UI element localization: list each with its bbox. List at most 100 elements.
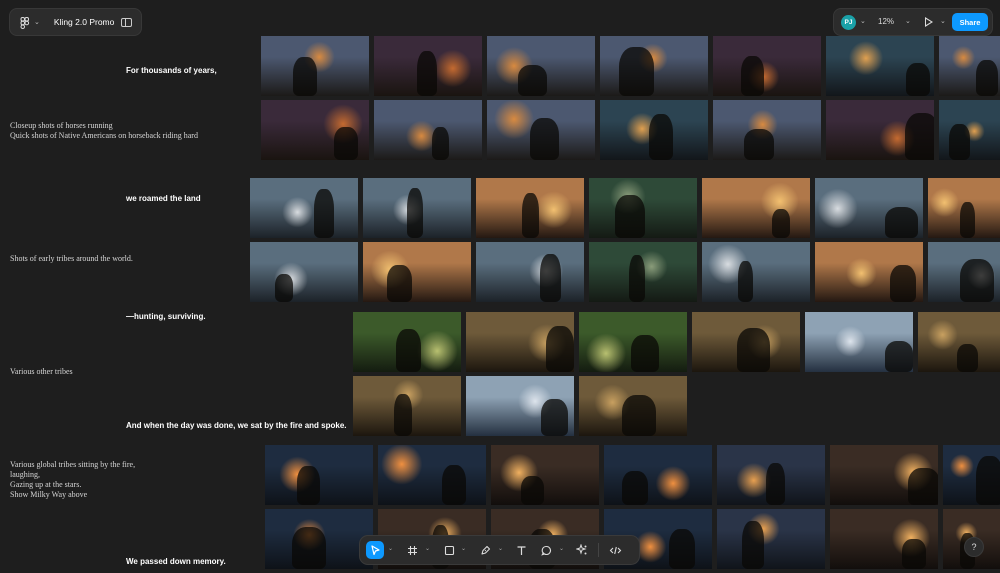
frame-image — [363, 242, 471, 302]
frame-subject — [765, 463, 785, 505]
storyboard-frame[interactable] — [265, 445, 373, 505]
storyboard-frame[interactable] — [363, 242, 471, 302]
dev-mode-icon[interactable] — [606, 541, 624, 559]
avatar[interactable]: PJ — [841, 15, 856, 30]
chevron-down-icon[interactable]: ⌄ — [905, 17, 911, 25]
storyboard-frame[interactable] — [826, 100, 934, 160]
storyboard-frame[interactable] — [589, 242, 697, 302]
storyboard-frame[interactable] — [265, 509, 373, 569]
help-button[interactable]: ? — [964, 537, 984, 557]
file-name[interactable]: Kling 2.0 Promo — [54, 17, 114, 27]
frame-image — [374, 100, 482, 160]
shot-note-3: Various other tribes — [10, 367, 73, 377]
chevron-down-icon[interactable]: ⌄ — [498, 545, 503, 552]
storyboard-frame[interactable] — [363, 178, 471, 238]
actions-icon[interactable] — [573, 541, 591, 559]
top-right-bar: PJ ⌄ 12% ⌄ ⌄ Share — [833, 8, 993, 36]
design-canvas[interactable]: For thousands of years, we roamed the la… — [0, 0, 1000, 573]
pen-icon[interactable] — [476, 541, 494, 559]
storyboard-frame[interactable] — [830, 509, 938, 569]
frame-image — [378, 445, 486, 505]
storyboard-frame[interactable] — [374, 100, 482, 160]
script-line-3: —hunting, surviving. — [126, 312, 206, 321]
storyboard-frame[interactable] — [589, 178, 697, 238]
storyboard-frame[interactable] — [939, 100, 1000, 160]
storyboard-frame[interactable] — [374, 36, 482, 96]
chevron-down-icon[interactable]: ⌄ — [425, 545, 430, 552]
frame-subject — [518, 65, 548, 96]
storyboard-frame[interactable] — [487, 36, 595, 96]
storyboard-frame[interactable] — [250, 178, 358, 238]
storyboard-frame[interactable] — [378, 445, 486, 505]
storyboard-frame[interactable] — [487, 100, 595, 160]
storyboard-frame[interactable] — [928, 178, 1000, 238]
storyboard-frame[interactable] — [815, 242, 923, 302]
storyboard-frame[interactable] — [466, 312, 574, 372]
chevron-down-icon[interactable]: ⌄ — [461, 545, 466, 552]
note-line: Quick shots of Native Americans on horse… — [10, 131, 198, 140]
storyboard-frame[interactable] — [491, 445, 599, 505]
storyboard-frame[interactable] — [600, 36, 708, 96]
frame-image — [717, 509, 825, 569]
storyboard-frame[interactable] — [261, 36, 369, 96]
comment-icon[interactable] — [537, 541, 555, 559]
storyboard-frame[interactable] — [918, 312, 1000, 372]
storyboard-frame[interactable] — [939, 36, 1000, 96]
storyboard-frame[interactable] — [604, 445, 712, 505]
chevron-down-icon[interactable]: ⌄ — [940, 17, 946, 25]
shot-note-1: Closeup shots of horses running Quick sh… — [10, 121, 198, 141]
frame-subject — [885, 207, 919, 238]
storyboard-frame[interactable] — [717, 445, 825, 505]
move-icon[interactable] — [366, 541, 384, 559]
frame-image — [702, 178, 810, 238]
storyboard-frame[interactable] — [713, 100, 821, 160]
storyboard-frame[interactable] — [943, 445, 1000, 505]
sidebar-toggle-icon[interactable] — [121, 17, 132, 27]
storyboard-frame[interactable] — [250, 242, 358, 302]
storyboard-frame[interactable] — [476, 242, 584, 302]
figma-logo-icon[interactable] — [19, 16, 31, 29]
storyboard-frame[interactable] — [702, 242, 810, 302]
frame-subject — [545, 326, 574, 372]
storyboard-frame[interactable] — [600, 100, 708, 160]
frame-icon[interactable] — [403, 541, 421, 559]
storyboard-frame[interactable] — [466, 376, 574, 436]
frame-subject — [948, 124, 970, 160]
storyboard-frame[interactable] — [692, 312, 800, 372]
storyboard-frame[interactable] — [928, 242, 1000, 302]
share-button[interactable]: Share — [952, 13, 988, 31]
storyboard-frame[interactable] — [713, 36, 821, 96]
storyboard-frame[interactable] — [717, 509, 825, 569]
chevron-down-icon[interactable]: ⌄ — [559, 545, 564, 552]
shape-rectangle-icon[interactable] — [440, 541, 458, 559]
storyboard-frame[interactable] — [579, 376, 687, 436]
frame-subject — [648, 114, 673, 160]
play-icon[interactable] — [925, 17, 933, 27]
storyboard-frame[interactable] — [579, 312, 687, 372]
storyboard-frame[interactable] — [261, 100, 369, 160]
frame-subject — [292, 527, 326, 569]
storyboard-frame[interactable] — [826, 36, 934, 96]
note-line: Various other tribes — [10, 367, 73, 376]
frame-subject — [905, 63, 930, 96]
file-menu[interactable]: ⌄ Kling 2.0 Promo — [9, 8, 142, 36]
frame-subject — [741, 521, 764, 569]
storyboard-frame[interactable] — [476, 178, 584, 238]
frame-subject — [297, 466, 321, 505]
note-line: Closeup shots of horses running — [10, 121, 113, 130]
storyboard-frame[interactable] — [702, 178, 810, 238]
frame-subject — [386, 265, 412, 302]
frame-image — [702, 242, 810, 302]
storyboard-frame[interactable] — [830, 445, 938, 505]
storyboard-frame[interactable] — [815, 178, 923, 238]
chevron-down-icon[interactable]: ⌄ — [34, 18, 40, 26]
chevron-down-icon[interactable]: ⌄ — [388, 545, 393, 552]
chevron-down-icon[interactable]: ⌄ — [860, 17, 866, 25]
note-line: Gazing up at the stars. — [10, 480, 82, 489]
storyboard-frame[interactable] — [353, 312, 461, 372]
storyboard-frame[interactable] — [353, 376, 461, 436]
frame-subject — [432, 127, 450, 160]
zoom-level[interactable]: 12% — [878, 17, 894, 26]
text-icon[interactable] — [512, 541, 530, 559]
storyboard-frame[interactable] — [805, 312, 913, 372]
